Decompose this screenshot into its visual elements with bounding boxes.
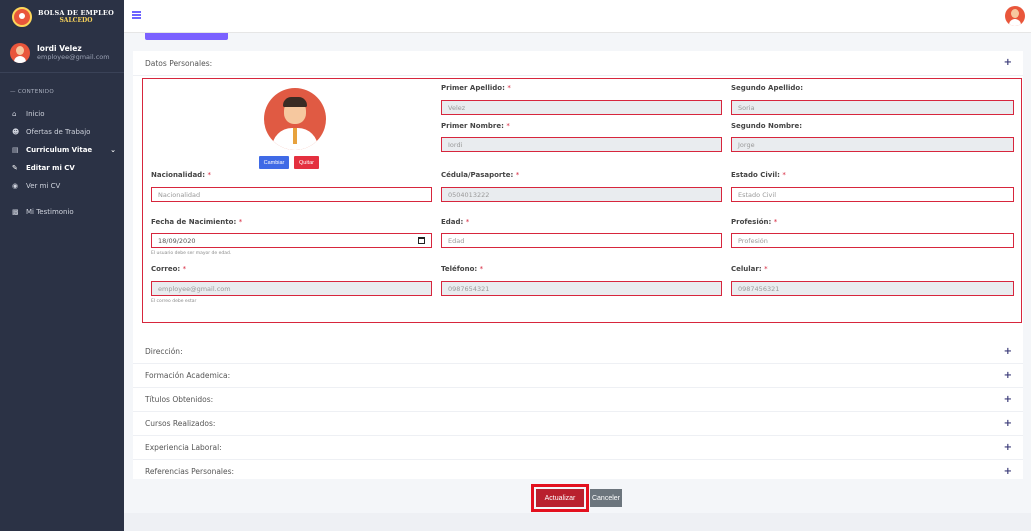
fecha-nacimiento-label: Fecha de Nacimiento: * bbox=[151, 218, 243, 226]
plus-icon: + bbox=[1003, 346, 1012, 357]
home-icon: ⌂ bbox=[12, 110, 17, 118]
user-avatar-menu[interactable] bbox=[1005, 6, 1025, 26]
sidebar-item-label: Inicio bbox=[26, 110, 45, 118]
sidebar-item-editar-cv[interactable]: ✎ Editar mi CV bbox=[0, 159, 124, 177]
sidebar-item-label: Curriculum Vitae bbox=[26, 146, 93, 154]
plus-icon: + bbox=[1003, 418, 1012, 429]
pencil-icon: ✎ bbox=[12, 164, 18, 172]
avatar bbox=[10, 42, 30, 63]
sidebar-item-ver-cv[interactable]: ◉ Ver mi CV bbox=[0, 177, 124, 195]
fecha-value: 18/09/2020 bbox=[158, 236, 196, 245]
primer-nombre-label: Primer Nombre: * bbox=[441, 122, 510, 130]
brand-logo-icon bbox=[12, 6, 32, 27]
segundo-nombre-field[interactable]: Jorge bbox=[731, 137, 1014, 152]
brand[interactable]: BOLSA DE EMPLEO SALCEDO bbox=[0, 0, 124, 33]
brand-text: BOLSA DE EMPLEO SALCEDO bbox=[38, 9, 114, 25]
sidebar-item-ofertas[interactable]: ☻ Ofertas de Trabajo bbox=[0, 123, 124, 141]
edad-label: Edad: * bbox=[441, 218, 470, 226]
user-name: Iordi Velez bbox=[37, 44, 82, 53]
profesion-label: Profesión: * bbox=[731, 218, 778, 226]
comment-icon: ▩ bbox=[12, 208, 19, 216]
segundo-nombre-label: Segundo Nombre: bbox=[731, 122, 802, 130]
correo-hint: El correo debe estar bbox=[151, 299, 197, 304]
celular-label: Celular: * bbox=[731, 265, 768, 273]
sidebar-item-testimonio[interactable]: ▩ Mi Testimonio bbox=[0, 203, 124, 221]
section-titulos-header[interactable]: Títulos Obtenidos: + bbox=[133, 388, 1023, 412]
segundo-apellido-label: Segundo Apellido: bbox=[731, 84, 804, 92]
primer-apellido-label: Primer Apellido: * bbox=[441, 84, 511, 92]
user-email: employee@gmail.com bbox=[37, 53, 110, 61]
telefono-label: Teléfono: * bbox=[441, 265, 484, 273]
user-panel: Iordi Velez employee@gmail.com bbox=[0, 33, 124, 73]
correo-field[interactable]: employee@gmail.com bbox=[151, 281, 432, 296]
telefono-field[interactable]: 0987654321 bbox=[441, 281, 722, 296]
menu-toggle-icon[interactable] bbox=[132, 11, 141, 19]
cancel-button[interactable]: Canceler bbox=[590, 489, 622, 507]
section-datos-personales-header[interactable]: Datos Personales: + bbox=[133, 51, 1023, 76]
page-bottom-gutter bbox=[124, 513, 1031, 531]
main-content: Datos Personales: + Cambiar Quitar Prime… bbox=[124, 33, 1031, 531]
fecha-nacimiento-field[interactable]: 18/09/2020 bbox=[151, 233, 432, 248]
estado-civil-field[interactable]: Estado Civil bbox=[731, 187, 1014, 202]
update-button[interactable]: Actualizar bbox=[536, 489, 584, 507]
calendar-icon[interactable] bbox=[418, 237, 425, 244]
section-cursos-header[interactable]: Cursos Realizados: + bbox=[133, 412, 1023, 436]
correo-label: Correo: * bbox=[151, 265, 187, 273]
plus-icon: + bbox=[1003, 370, 1012, 381]
sidebar-item-label: Ofertas de Trabajo bbox=[26, 128, 91, 136]
brand-line1: BOLSA DE EMPLEO bbox=[38, 8, 114, 17]
sidebar-item-inicio[interactable]: ⌂ Inicio bbox=[0, 105, 124, 123]
fecha-hint: El usuario debe ser mayor de edad. bbox=[151, 251, 232, 256]
profile-photo bbox=[264, 88, 326, 150]
datos-personales-panel: Cambiar Quitar Primer Apellido: * Velez … bbox=[142, 78, 1022, 323]
edad-field[interactable]: Edad bbox=[441, 233, 722, 248]
primer-apellido-field[interactable]: Velez bbox=[441, 100, 722, 115]
eye-icon: ◉ bbox=[12, 182, 19, 190]
section-title: Datos Personales: bbox=[145, 58, 213, 68]
sidebar-item-label: Mi Testimonio bbox=[26, 208, 74, 216]
sidebar-item-curriculum[interactable]: ▤ Curriculum Vitae ⌄ bbox=[0, 141, 124, 159]
section-label: — CONTENIDO bbox=[10, 89, 54, 95]
document-icon: ▤ bbox=[12, 146, 19, 154]
cedula-label: Cédula/Pasaporte: * bbox=[441, 171, 520, 179]
plus-icon: + bbox=[1003, 466, 1012, 477]
user-icon: ☻ bbox=[12, 128, 20, 136]
change-photo-button[interactable]: Cambiar bbox=[259, 156, 289, 169]
section-experiencia-header[interactable]: Experiencia Laboral: + bbox=[133, 436, 1023, 460]
plus-icon: + bbox=[1003, 442, 1012, 453]
chevron-down-icon: ⌄ bbox=[110, 146, 116, 154]
section-direccion-header[interactable]: Dirección: + bbox=[133, 340, 1023, 364]
top-navbar: BOLSA DE EMPLEO SALCEDO bbox=[0, 0, 1031, 33]
cv-form-card: Datos Personales: + Cambiar Quitar Prime… bbox=[133, 51, 1023, 513]
celular-field[interactable]: 0987456321 bbox=[731, 281, 1014, 296]
profesion-field[interactable]: Profesión bbox=[731, 233, 1014, 248]
remove-photo-button[interactable]: Quitar bbox=[294, 156, 319, 169]
top-action-button[interactable] bbox=[145, 33, 228, 40]
section-formacion-header[interactable]: Formación Academica: + bbox=[133, 364, 1023, 388]
primer-nombre-field[interactable]: Iordi bbox=[441, 137, 722, 152]
plus-icon: + bbox=[1003, 57, 1012, 68]
nacionalidad-field[interactable]: Nacionalidad bbox=[151, 187, 432, 202]
accordion-sections: Dirección: + Formación Academica: + Título… bbox=[133, 340, 1023, 484]
sidebar: Iordi Velez employee@gmail.com — CONTENI… bbox=[0, 33, 124, 531]
cedula-field[interactable]: 0504013222 bbox=[441, 187, 722, 202]
estado-civil-label: Estado Civil: * bbox=[731, 171, 786, 179]
brand-line2: SALCEDO bbox=[59, 16, 93, 24]
sidebar-item-label: Ver mi CV bbox=[26, 182, 61, 190]
nacionalidad-label: Nacionalidad: * bbox=[151, 171, 211, 179]
plus-icon: + bbox=[1003, 394, 1012, 405]
segundo-apellido-field[interactable]: Soria bbox=[731, 100, 1014, 115]
sidebar-item-label: Editar mi CV bbox=[26, 164, 75, 172]
